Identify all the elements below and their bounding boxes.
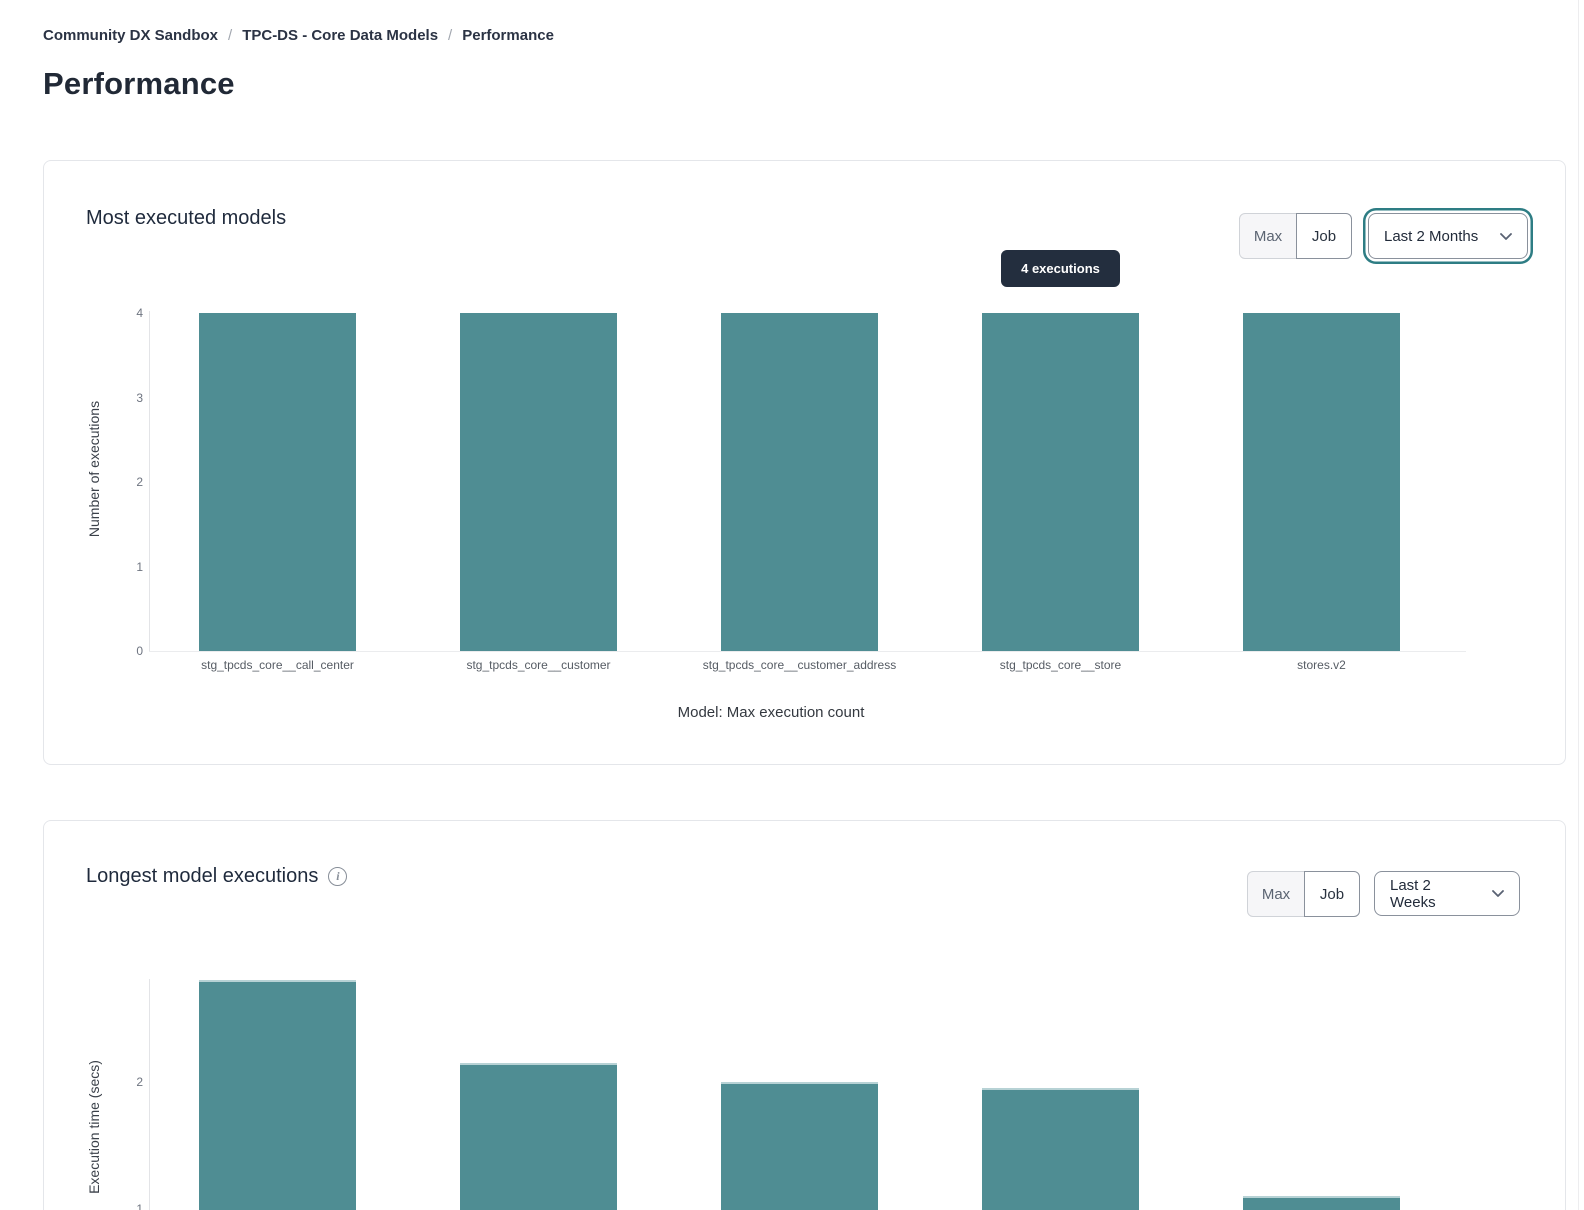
bar-3[interactable] [982,1088,1139,1210]
y-tick-4: 4 [113,306,143,320]
y-tick-1: 1 [113,1202,143,1210]
time-range-value: Last 2 Months [1384,228,1478,245]
y-tick-2: 2 [113,1075,143,1089]
most-executed-models-card: Most executed models Max Job Last 2 Mont… [43,160,1566,765]
x-category-label: stg_tpcds_core__customer_address [660,658,940,672]
aggregation-toggle: Max Job [1239,213,1352,259]
x-category-label: stg_tpcds_core__call_center [138,658,418,672]
bar-3[interactable] [982,313,1139,651]
breadcrumb: Community DX Sandbox / TPC-DS - Core Dat… [43,27,554,44]
x-category-label: stg_tpcds_core__customer [399,658,679,672]
breadcrumb-item-current: Performance [462,27,554,44]
y-tick-0: 0 [113,644,143,658]
y-axis-label: Number of executions [86,319,102,619]
bar-1[interactable] [460,313,617,651]
job-toggle-button[interactable]: Job [1296,213,1352,259]
bar-2[interactable] [721,313,878,651]
breadcrumb-item-project[interactable]: Community DX Sandbox [43,27,218,44]
breadcrumb-separator: / [228,27,232,44]
time-range-select[interactable]: Last 2 Months [1368,213,1528,259]
y-tick-2: 2 [113,475,143,489]
time-range-value: Last 2 Weeks [1390,877,1480,911]
y-axis-label: Execution time (secs) [86,977,102,1210]
bar-0[interactable] [199,313,356,651]
chart-tooltip: 4 executions [1001,250,1120,287]
card-title-text: Longest model executions [86,865,318,888]
info-icon[interactable]: i [328,867,347,886]
page-title: Performance [43,66,235,102]
chart-controls: Max Job Last 2 Months [1239,213,1528,259]
bar-4[interactable] [1243,313,1400,651]
bar-0[interactable] [199,980,356,1210]
x-category-label: stores.v2 [1182,658,1462,672]
job-toggle-button[interactable]: Job [1304,871,1360,917]
chevron-down-icon [1492,885,1504,902]
aggregation-toggle: Max Job [1247,871,1360,917]
bar-chart-plot-area [149,979,1466,1210]
time-range-select[interactable]: Last 2 Weeks [1374,871,1520,916]
card-title-text: Most executed models [86,207,286,230]
x-axis-title: Model: Max execution count [571,704,971,721]
breadcrumb-item-environment[interactable]: TPC-DS - Core Data Models [242,27,438,44]
y-tick-3: 3 [113,391,143,405]
x-axis-line [149,651,1466,652]
breadcrumb-separator: / [448,27,452,44]
bar-2[interactable] [721,1082,878,1210]
max-toggle-button[interactable]: Max [1239,213,1297,259]
bar-1[interactable] [460,1063,617,1210]
bar-chart-plot-area [149,313,1466,651]
chevron-down-icon [1500,228,1512,245]
card-title: Most executed models [86,207,286,230]
longest-model-executions-card: Longest model executions i Max Job Last … [43,820,1566,1210]
bar-4[interactable] [1243,1196,1400,1210]
y-tick-1: 1 [113,560,143,574]
content-right-divider [1578,0,1579,1210]
card-title: Longest model executions i [86,865,347,888]
max-toggle-button[interactable]: Max [1247,871,1305,917]
x-category-label: stg_tpcds_core__store [921,658,1201,672]
chart-controls: Max Job Last 2 Weeks [1247,871,1520,917]
